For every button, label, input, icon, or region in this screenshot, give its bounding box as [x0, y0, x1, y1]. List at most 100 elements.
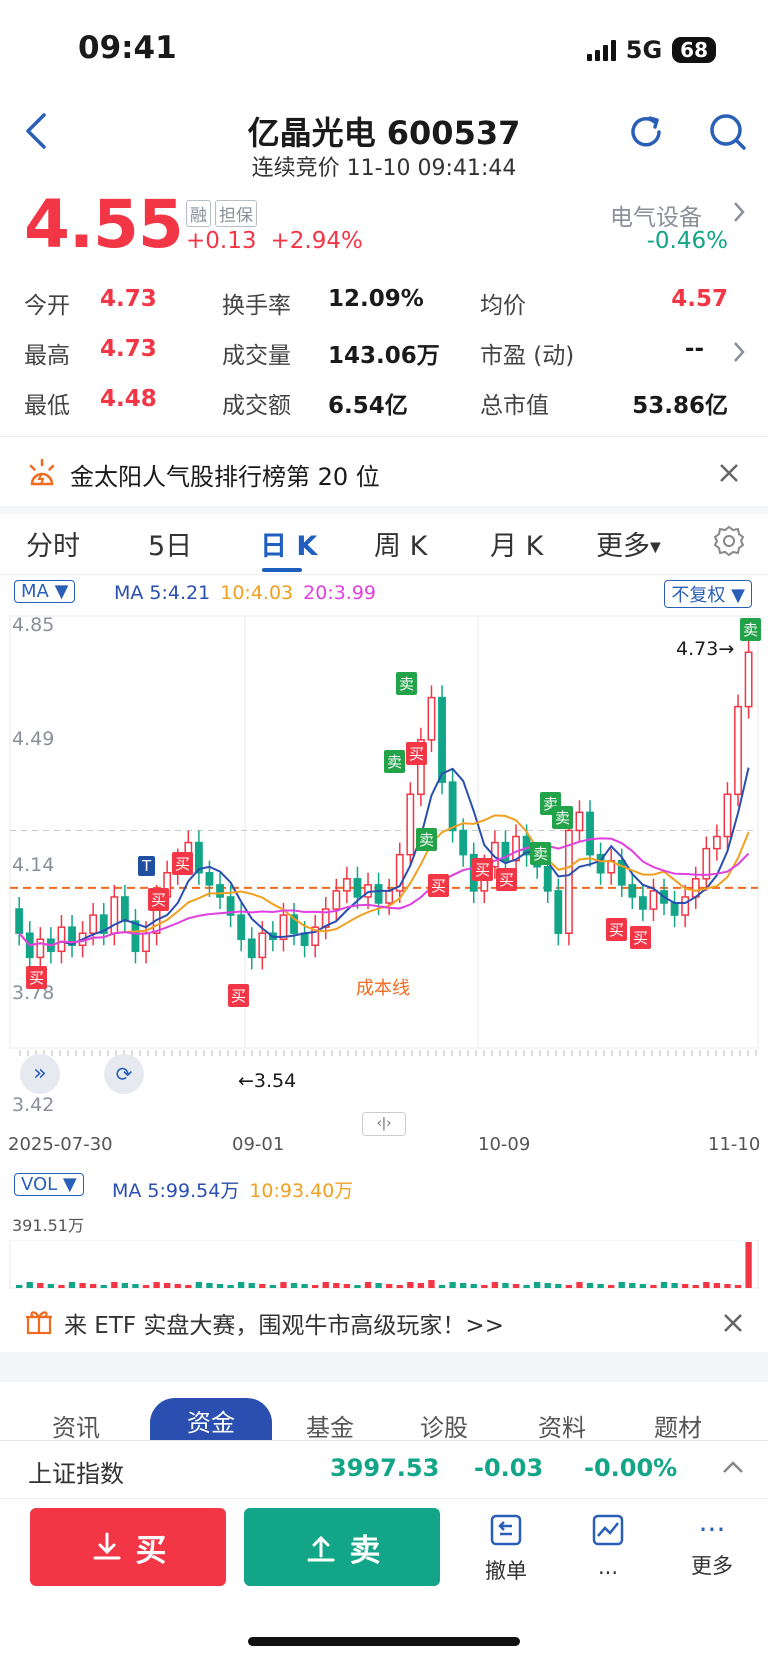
volume-chart[interactable] — [0, 1240, 768, 1290]
sell-marker[interactable]: 卖 — [740, 618, 762, 641]
more-button[interactable]: ··· 更多 — [672, 1510, 752, 1580]
volume-bar — [269, 1285, 277, 1288]
ma10-value: 10:4.03 — [220, 582, 294, 604]
volume-bar — [322, 1282, 329, 1288]
volume-bar — [438, 1285, 446, 1288]
tab-5day[interactable]: 5日 — [148, 524, 192, 563]
buy-marker[interactable]: 买 — [496, 868, 518, 891]
stat-volume: 成交量 — [222, 343, 291, 369]
buy-marker[interactable]: 买 — [606, 918, 628, 941]
network-type: 5G — [625, 36, 663, 64]
gear-icon[interactable] — [712, 524, 746, 558]
gift-icon — [26, 1311, 52, 1335]
volume-bar — [68, 1282, 76, 1288]
tab-more[interactable]: 更多▼ — [596, 524, 661, 563]
vol-select[interactable]: VOL ▼ — [14, 1173, 84, 1196]
expand-icon[interactable]: » — [20, 1054, 60, 1094]
x-tick: 11-10 — [708, 1134, 761, 1155]
candle-body — [543, 865, 552, 892]
tab-diagnose[interactable]: 诊股 — [420, 1408, 468, 1443]
ma20-value: 20:3.99 — [303, 582, 377, 604]
candle-body — [258, 932, 267, 959]
sell-marker[interactable]: 卖 — [530, 842, 552, 865]
tab-news[interactable]: 资讯 — [52, 1408, 100, 1443]
tab-topic[interactable]: 题材 — [654, 1408, 702, 1443]
sun-icon — [29, 458, 55, 486]
vol-legend: MA 5:99.54万 10:93.40万 — [112, 1176, 353, 1203]
y-tick: 3.42 — [12, 1094, 55, 1116]
stat-avg-value: 4.57 — [671, 286, 728, 312]
x-tick: 2025-07-30 — [8, 1134, 113, 1155]
stat-high: 最高 — [24, 343, 70, 369]
refresh-icon[interactable] — [626, 112, 666, 152]
home-indicator — [248, 1637, 520, 1646]
buy-marker[interactable]: 买 — [428, 874, 450, 897]
candle-body — [638, 896, 647, 910]
chevron-right-icon[interactable] — [732, 200, 746, 224]
close-icon[interactable] — [722, 1312, 744, 1334]
sell-marker[interactable]: 卖 — [552, 806, 574, 829]
tab-daily-k[interactable]: 日 K — [260, 524, 317, 563]
buy-marker[interactable]: 买 — [406, 742, 428, 765]
sell-marker[interactable]: 卖 — [384, 750, 406, 773]
promo-text[interactable]: 来 ETF 实盘大赛，围观牛市高级玩家！>> — [64, 1306, 504, 1340]
stat-pe[interactable]: 市盈 (动) — [480, 336, 574, 370]
ma-select[interactable]: MA ▼ — [14, 580, 76, 603]
t-marker[interactable]: T — [138, 856, 156, 876]
buy-marker[interactable]: 买 — [630, 926, 652, 949]
buy-marker[interactable]: 买 — [26, 966, 48, 989]
volume-bar — [734, 1285, 742, 1288]
cancel-order-button[interactable]: 撤单 — [466, 1510, 546, 1585]
volume-bar — [449, 1282, 456, 1288]
chart-scroll-handle[interactable]: ‹|› — [362, 1112, 406, 1136]
chevron-up-icon[interactable] — [722, 1460, 744, 1474]
volume-bar — [333, 1283, 340, 1288]
volume-bar — [121, 1283, 129, 1288]
volume-bar — [280, 1282, 287, 1288]
volume-bar — [745, 1242, 752, 1288]
volume-bar — [629, 1283, 636, 1288]
volume-bar — [417, 1283, 425, 1288]
volume-bar — [586, 1283, 594, 1288]
sell-button[interactable]: 卖 — [244, 1508, 440, 1586]
pledge-tag[interactable]: 担保 — [215, 200, 257, 227]
sell-marker[interactable]: 卖 — [416, 828, 438, 851]
buy-marker[interactable]: 买 — [228, 984, 250, 1007]
sector-name[interactable]: 电气设备 — [610, 198, 702, 232]
candle-body — [332, 890, 341, 910]
rotate-icon[interactable]: ⟳ — [104, 1054, 144, 1094]
search-icon[interactable] — [708, 112, 748, 152]
volume-bar — [470, 1284, 477, 1288]
stat-pe-value[interactable]: -- — [685, 336, 704, 362]
chevron-right-icon[interactable] — [732, 340, 746, 364]
tab-intraday[interactable]: 分时 — [26, 524, 80, 563]
status-right: 5G 68 — [586, 36, 716, 64]
chart-tool-button[interactable]: ... — [568, 1510, 648, 1579]
buy-arrow-icon — [93, 1532, 120, 1560]
volume-bar — [216, 1284, 224, 1288]
ranking-banner[interactable]: 金太阳人气股排行榜第 20 位 — [70, 457, 380, 492]
volume-bar — [132, 1284, 139, 1288]
page-subtitle: 连续竞价 11-10 09:41:44 — [251, 156, 517, 181]
buy-marker[interactable]: 买 — [472, 858, 494, 881]
volume-bar — [375, 1283, 382, 1288]
stat-amount-value: 6.54亿 — [328, 393, 408, 419]
buy-button[interactable]: 买 — [30, 1508, 226, 1586]
tab-monthly-k[interactable]: 月 K — [490, 524, 543, 563]
candle-body — [459, 829, 468, 856]
vol-frame — [9, 1240, 759, 1289]
tab-fund[interactable]: 基金 — [306, 1408, 354, 1443]
tab-profile[interactable]: 资料 — [538, 1408, 586, 1443]
adjust-select[interactable]: 不复权 ▼ — [664, 580, 752, 608]
volume-bar — [682, 1284, 689, 1288]
sell-marker[interactable]: 卖 — [396, 672, 418, 695]
close-icon[interactable] — [718, 462, 740, 484]
buy-marker[interactable]: 买 — [148, 888, 170, 911]
vol-ma10: 10:93.40万 — [249, 1180, 354, 1202]
buy-marker[interactable]: 买 — [172, 852, 194, 875]
margin-tag[interactable]: 融 — [186, 200, 211, 227]
tab-weekly-k[interactable]: 周 K — [374, 524, 427, 563]
candle-body — [427, 696, 436, 741]
candle-body — [353, 878, 362, 898]
volume-bar — [534, 1282, 541, 1288]
